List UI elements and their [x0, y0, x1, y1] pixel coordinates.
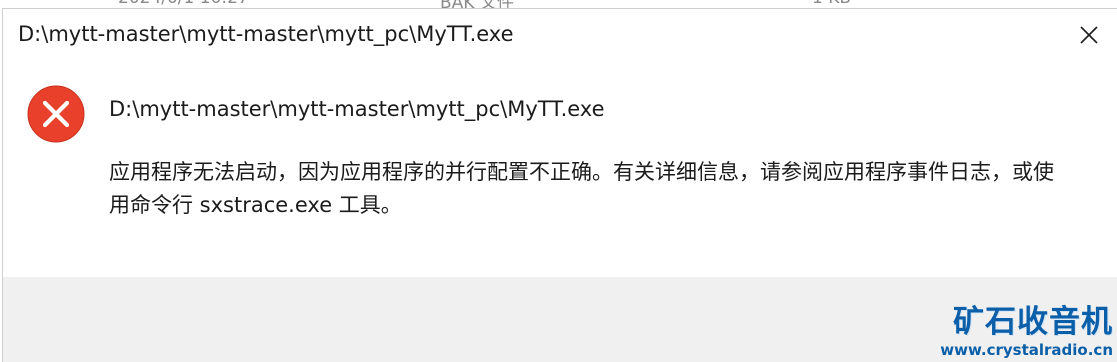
background-file-type: BAK 文件: [440, 0, 514, 8]
watermark-url: www.crystalradio.cn: [940, 341, 1113, 359]
background-file-size: 1 KB: [812, 0, 851, 8]
main-instruction: D:\mytt-master\mytt-master\mytt_pc\MyTT.…: [109, 97, 605, 121]
error-message: 应用程序无法启动，因为应用程序的并行配置不正确。有关详细信息，请参阅应用程序事件…: [109, 160, 1054, 217]
background-file-date: 2024/0/1 10:27: [118, 0, 249, 8]
screen: 2024/0/1 10:27 BAK 文件 1 KB D:\mytt-maste…: [0, 0, 1117, 362]
close-icon: [1080, 26, 1098, 44]
background-file-row: 2024/0/1 10:27 BAK 文件 1 KB: [0, 0, 1117, 8]
close-button[interactable]: [1061, 9, 1117, 61]
watermark-logo: 矿石收音机: [953, 304, 1113, 340]
watermark: 矿石收音机 www.crystalradio.cn: [940, 304, 1113, 360]
dialog-title: D:\mytt-master\mytt-master\mytt_pc\MyTT.…: [18, 22, 514, 46]
dialog-titlebar: D:\mytt-master\mytt-master\mytt_pc\MyTT.…: [3, 9, 1117, 61]
error-icon: [27, 85, 85, 143]
